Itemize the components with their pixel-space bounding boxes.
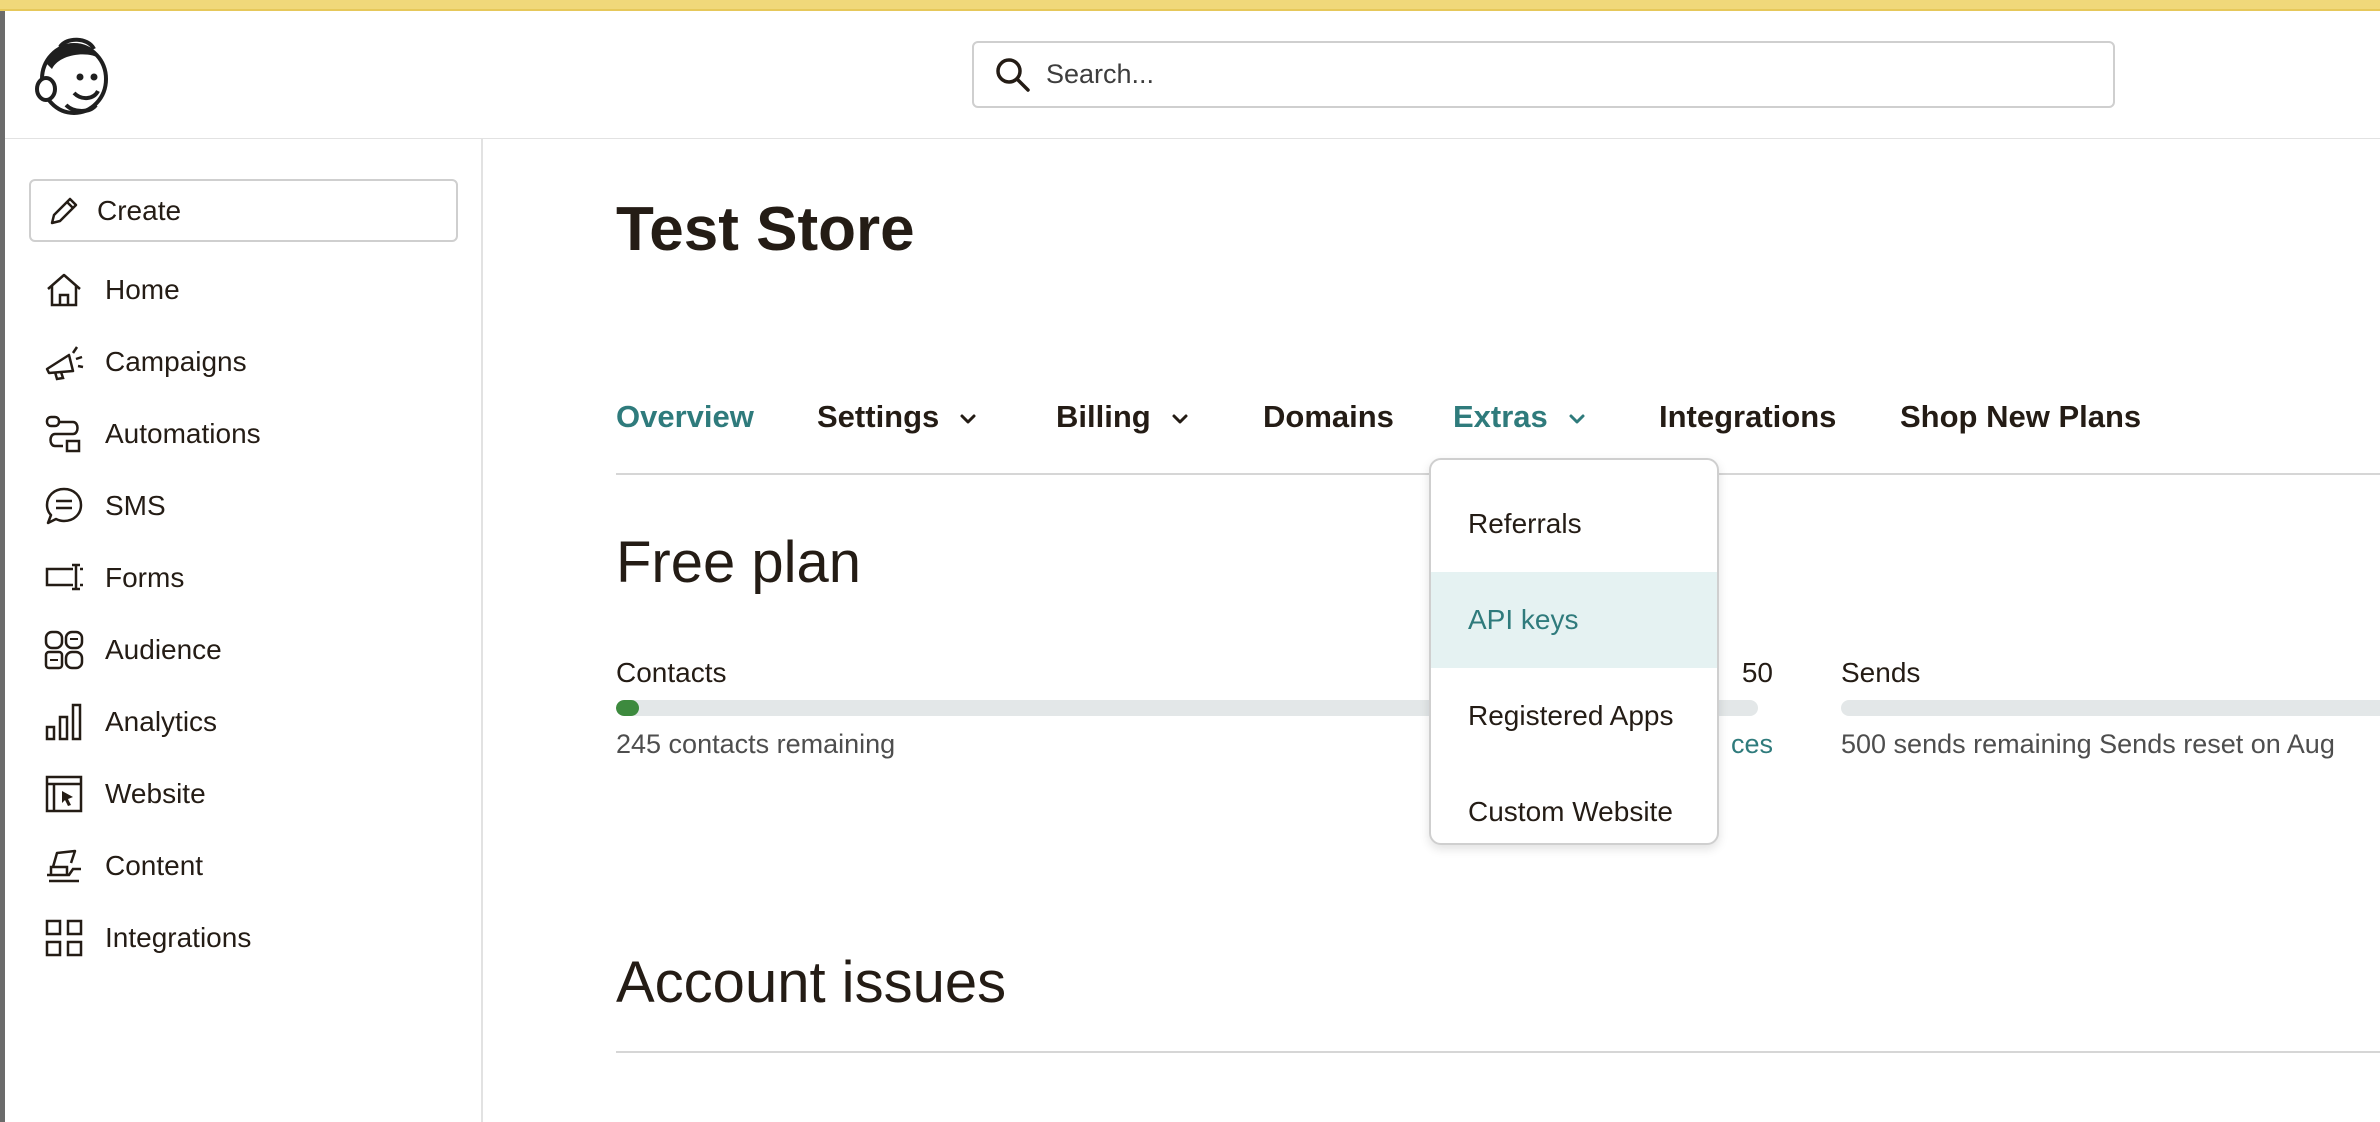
tab-shop-new-plans[interactable]: Shop New Plans bbox=[1900, 391, 2141, 473]
search-icon bbox=[996, 57, 1030, 92]
sidebar-item-label: Analytics bbox=[105, 706, 218, 737]
tab-billing[interactable]: Billing bbox=[1056, 391, 1191, 473]
content-icon bbox=[47, 849, 81, 883]
audience-icon bbox=[44, 630, 84, 670]
tab-label: Settings bbox=[817, 399, 940, 434]
sidebar-item-label: Integrations bbox=[105, 922, 252, 953]
search-box[interactable] bbox=[972, 41, 2115, 108]
menu-item-api-keys[interactable]: API keys bbox=[1431, 572, 1717, 668]
top-header bbox=[5, 11, 2380, 139]
create-button[interactable]: Create bbox=[29, 179, 458, 242]
sends-progress-bar bbox=[1841, 700, 2380, 716]
contacts-label: Contacts bbox=[616, 657, 727, 688]
tab-label: Shop New Plans bbox=[1900, 399, 2142, 434]
sidebar-item-forms[interactable]: Forms bbox=[5, 542, 483, 614]
megaphone-icon bbox=[45, 346, 84, 381]
chevron-down-icon bbox=[960, 414, 976, 424]
sidebar-item-label: Home bbox=[105, 274, 180, 305]
tab-overview[interactable]: Overview bbox=[616, 391, 754, 473]
sidebar-item-label: Audience bbox=[105, 634, 222, 665]
sidebar-item-website[interactable]: Website bbox=[5, 758, 483, 830]
home-icon bbox=[47, 273, 81, 307]
automations-icon bbox=[45, 415, 81, 453]
sidebar-item-label: SMS bbox=[105, 490, 166, 521]
sidebar-item-label: Content bbox=[105, 850, 204, 881]
tab-label: Domains bbox=[1263, 399, 1394, 434]
sms-icon bbox=[45, 487, 83, 525]
sidebar-item-home[interactable]: Home bbox=[5, 254, 483, 326]
sidebar-item-automations[interactable]: Automations bbox=[5, 398, 483, 470]
page-title: Test Store bbox=[616, 195, 915, 264]
tab-label: Extras bbox=[1453, 399, 1548, 434]
sends-remaining: 500 sends remaining Sends reset on Aug bbox=[1841, 729, 2335, 759]
tab-settings[interactable]: Settings bbox=[817, 391, 979, 473]
menu-item-referrals[interactable]: Referrals bbox=[1431, 476, 1717, 572]
sidebar-item-sms[interactable]: SMS bbox=[5, 470, 483, 542]
sidebar-item-analytics[interactable]: Analytics bbox=[5, 686, 483, 758]
menu-item-custom-website[interactable]: Custom Website bbox=[1431, 764, 1717, 843]
menu-padding bbox=[1431, 460, 1717, 476]
sends-label: Sends bbox=[1841, 657, 1921, 688]
sidebar-item-integrations[interactable]: Integrations bbox=[5, 902, 483, 974]
sidebar-item-label: Automations bbox=[105, 418, 261, 449]
website-icon bbox=[45, 775, 83, 813]
analytics-icon bbox=[45, 703, 82, 741]
chevron-down-icon bbox=[1172, 414, 1188, 424]
sidebar-item-campaigns[interactable]: Campaigns bbox=[5, 326, 483, 398]
plan-title: Free plan bbox=[616, 530, 862, 595]
search-input[interactable] bbox=[1046, 59, 2046, 90]
tab-label: Billing bbox=[1056, 399, 1151, 434]
pencil-icon bbox=[50, 197, 78, 224]
sidebar-item-label: Website bbox=[105, 778, 206, 809]
sidebar-item-label: Forms bbox=[105, 562, 185, 593]
extras-dropdown-menu: Referrals API keys Registered Apps Custo… bbox=[1429, 458, 1719, 845]
sidebar-item-audience[interactable]: Audience bbox=[5, 614, 483, 686]
contacts-limit: 50 bbox=[1741, 657, 1773, 688]
menu-item-registered-apps[interactable]: Registered Apps bbox=[1431, 668, 1717, 764]
section-divider bbox=[616, 1051, 2380, 1053]
create-button-label: Create bbox=[97, 194, 182, 226]
contacts-link[interactable]: ces bbox=[1716, 729, 1773, 760]
forms-icon bbox=[45, 563, 83, 591]
sidebar-item-content[interactable]: Content bbox=[5, 830, 483, 902]
browser-top-strip bbox=[0, 0, 2380, 11]
chevron-down-icon bbox=[1569, 414, 1585, 424]
mailchimp-logo-icon[interactable] bbox=[30, 33, 114, 117]
integrations-icon bbox=[45, 919, 83, 957]
tab-label: Integrations bbox=[1659, 399, 1837, 434]
contacts-progress-fill bbox=[616, 700, 639, 716]
sidebar-nav: Home Campaigns Automations SMS Forms Aud… bbox=[5, 254, 483, 974]
account-issues-title: Account issues bbox=[616, 950, 1007, 1015]
contacts-remaining: 245 contacts remaining bbox=[616, 729, 896, 759]
tab-label: Overview bbox=[616, 399, 754, 434]
sidebar-item-label: Campaigns bbox=[105, 346, 247, 377]
tab-domains[interactable]: Domains bbox=[1263, 391, 1394, 473]
sidebar: Create Home Campaigns Automations SMS Fo… bbox=[5, 139, 483, 1122]
